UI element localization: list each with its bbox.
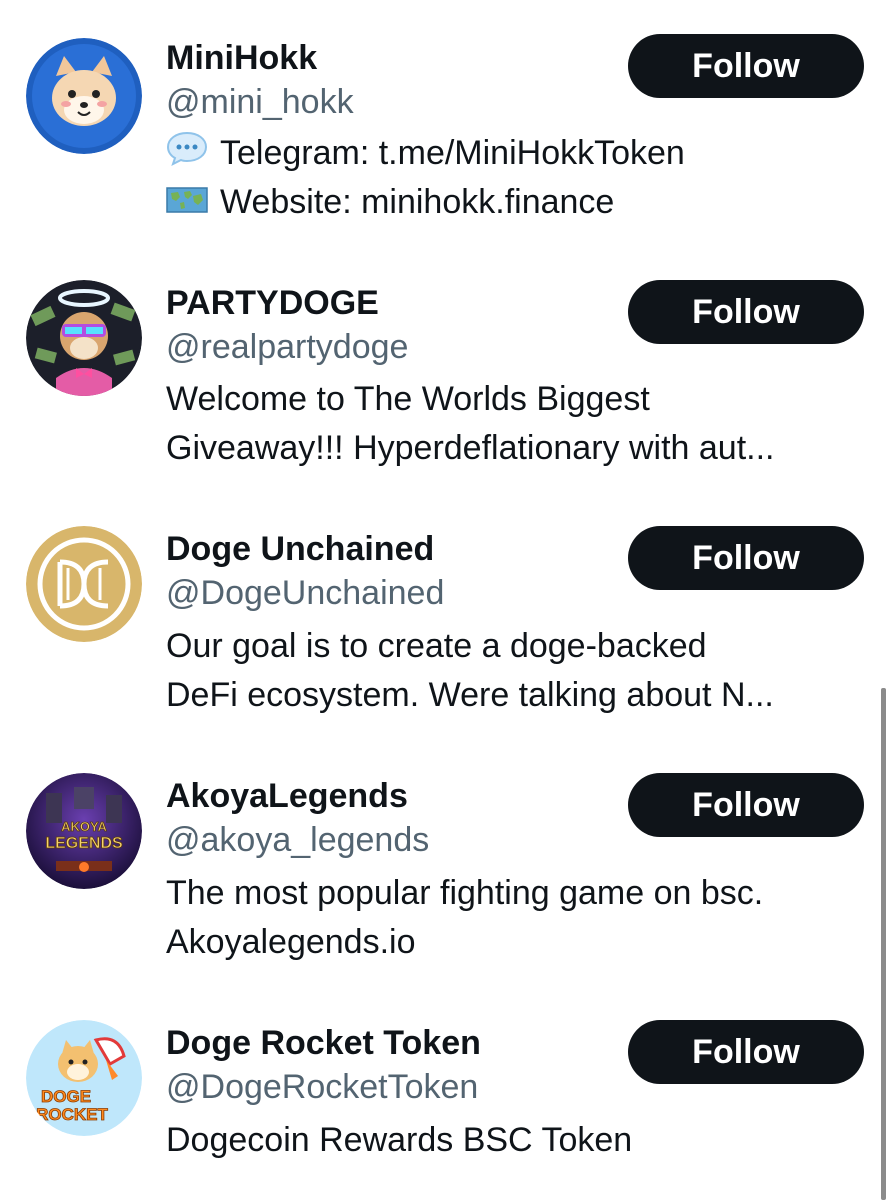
- avatar-logo-text: DOGE: [41, 1087, 91, 1106]
- bio-line: Telegram: t.me/MiniHokkToken: [166, 129, 866, 178]
- follow-button[interactable]: Follow: [628, 526, 864, 590]
- bio-line: Akoyalegends.io: [166, 923, 416, 961]
- avatar[interactable]: AKOYA LEGENDS: [26, 773, 142, 889]
- account-name[interactable]: AkoyaLegends: [166, 776, 408, 816]
- account-handle[interactable]: @DogeUnchained: [166, 573, 444, 613]
- account-handle[interactable]: @mini_hokk: [166, 82, 354, 122]
- avatar-logo-text: AKOYA: [61, 819, 107, 834]
- bio-line: Giveaway!!! Hyperdeflationary with aut..…: [166, 429, 775, 467]
- account-name[interactable]: PARTYDOGE: [166, 283, 379, 323]
- account-name[interactable]: Doge Unchained: [166, 529, 434, 569]
- follow-button[interactable]: Follow: [628, 773, 864, 837]
- avatar-logo-text: LEGENDS: [45, 835, 123, 852]
- follow-button[interactable]: Follow: [628, 34, 864, 98]
- avatar-logo-text: ROCKET: [36, 1105, 108, 1124]
- bio-line: Dogecoin Rewards BSC Token: [166, 1121, 633, 1159]
- avatar[interactable]: [26, 526, 142, 642]
- bio-line: Welcome to The Worlds Biggest: [166, 380, 650, 418]
- account-bio: The most popular fighting game on bsc. A…: [166, 869, 866, 967]
- speech-bubble-icon: [166, 130, 208, 178]
- world-map-icon: [166, 180, 208, 227]
- account-bio: Telegram: t.me/MiniHokkToken Website: mi…: [166, 129, 866, 227]
- bio-text: Telegram: t.me/MiniHokkToken: [220, 134, 685, 172]
- avatar[interactable]: [26, 38, 142, 154]
- scrollbar[interactable]: [881, 688, 886, 1200]
- account-bio: Our goal is to create a doge-backed DeFi…: [166, 622, 866, 720]
- bio-line: Website: minihokk.finance: [166, 178, 866, 227]
- account-bio: Dogecoin Rewards BSC Token: [166, 1116, 866, 1165]
- follow-button[interactable]: Follow: [628, 280, 864, 344]
- account-handle[interactable]: @realpartydoge: [166, 327, 408, 367]
- avatar[interactable]: DOGE ROCKET: [26, 1020, 142, 1136]
- account-bio: Welcome to The Worlds Biggest Giveaway!!…: [166, 375, 866, 473]
- account-name[interactable]: Doge Rocket Token: [166, 1023, 481, 1063]
- bio-text: Website: minihokk.finance: [220, 183, 615, 221]
- follow-button[interactable]: Follow: [628, 1020, 864, 1084]
- avatar[interactable]: [26, 280, 142, 396]
- bio-line: Our goal is to create a doge-backed: [166, 627, 707, 665]
- account-handle[interactable]: @DogeRocketToken: [166, 1067, 478, 1107]
- bio-line: The most popular fighting game on bsc.: [166, 874, 764, 912]
- account-name[interactable]: MiniHokk: [166, 38, 317, 78]
- bio-line: DeFi ecosystem. Were talking about N...: [166, 676, 774, 714]
- account-handle[interactable]: @akoya_legends: [166, 820, 429, 860]
